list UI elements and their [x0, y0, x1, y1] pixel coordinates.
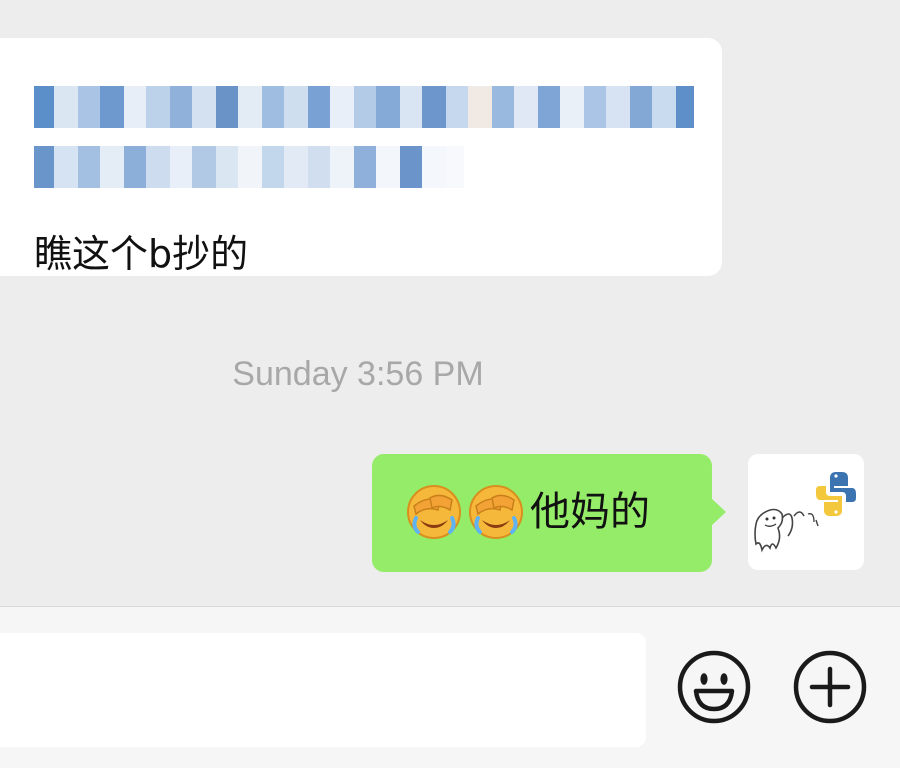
incoming-message-bubble[interactable]: 瞧这个b抄的 — [0, 38, 722, 276]
face-palm-crying-emoji — [407, 485, 461, 539]
face-palm-crying-emoji — [469, 485, 523, 539]
outgoing-message-text: 他妈的 — [530, 489, 650, 535]
incoming-message-text: 瞧这个b抄的 — [34, 232, 249, 276]
plus-circle-icon[interactable] — [792, 649, 868, 725]
message-input[interactable] — [0, 633, 646, 747]
blurred-link-line-2 — [34, 146, 464, 188]
chat-area: 瞧这个b抄的 Sunday 3:56 PM 他妈的 — [0, 0, 900, 606]
python-logo-icon — [754, 472, 856, 553]
blurred-link-line-1 — [34, 86, 694, 128]
python-doodle-avatar[interactable] — [748, 454, 864, 570]
composer-bar — [0, 606, 900, 768]
smiley-icon[interactable] — [676, 649, 752, 725]
message-timestamp: Sunday 3:56 PM — [232, 355, 484, 393]
outgoing-message-bubble[interactable]: 他妈的 — [372, 454, 726, 572]
